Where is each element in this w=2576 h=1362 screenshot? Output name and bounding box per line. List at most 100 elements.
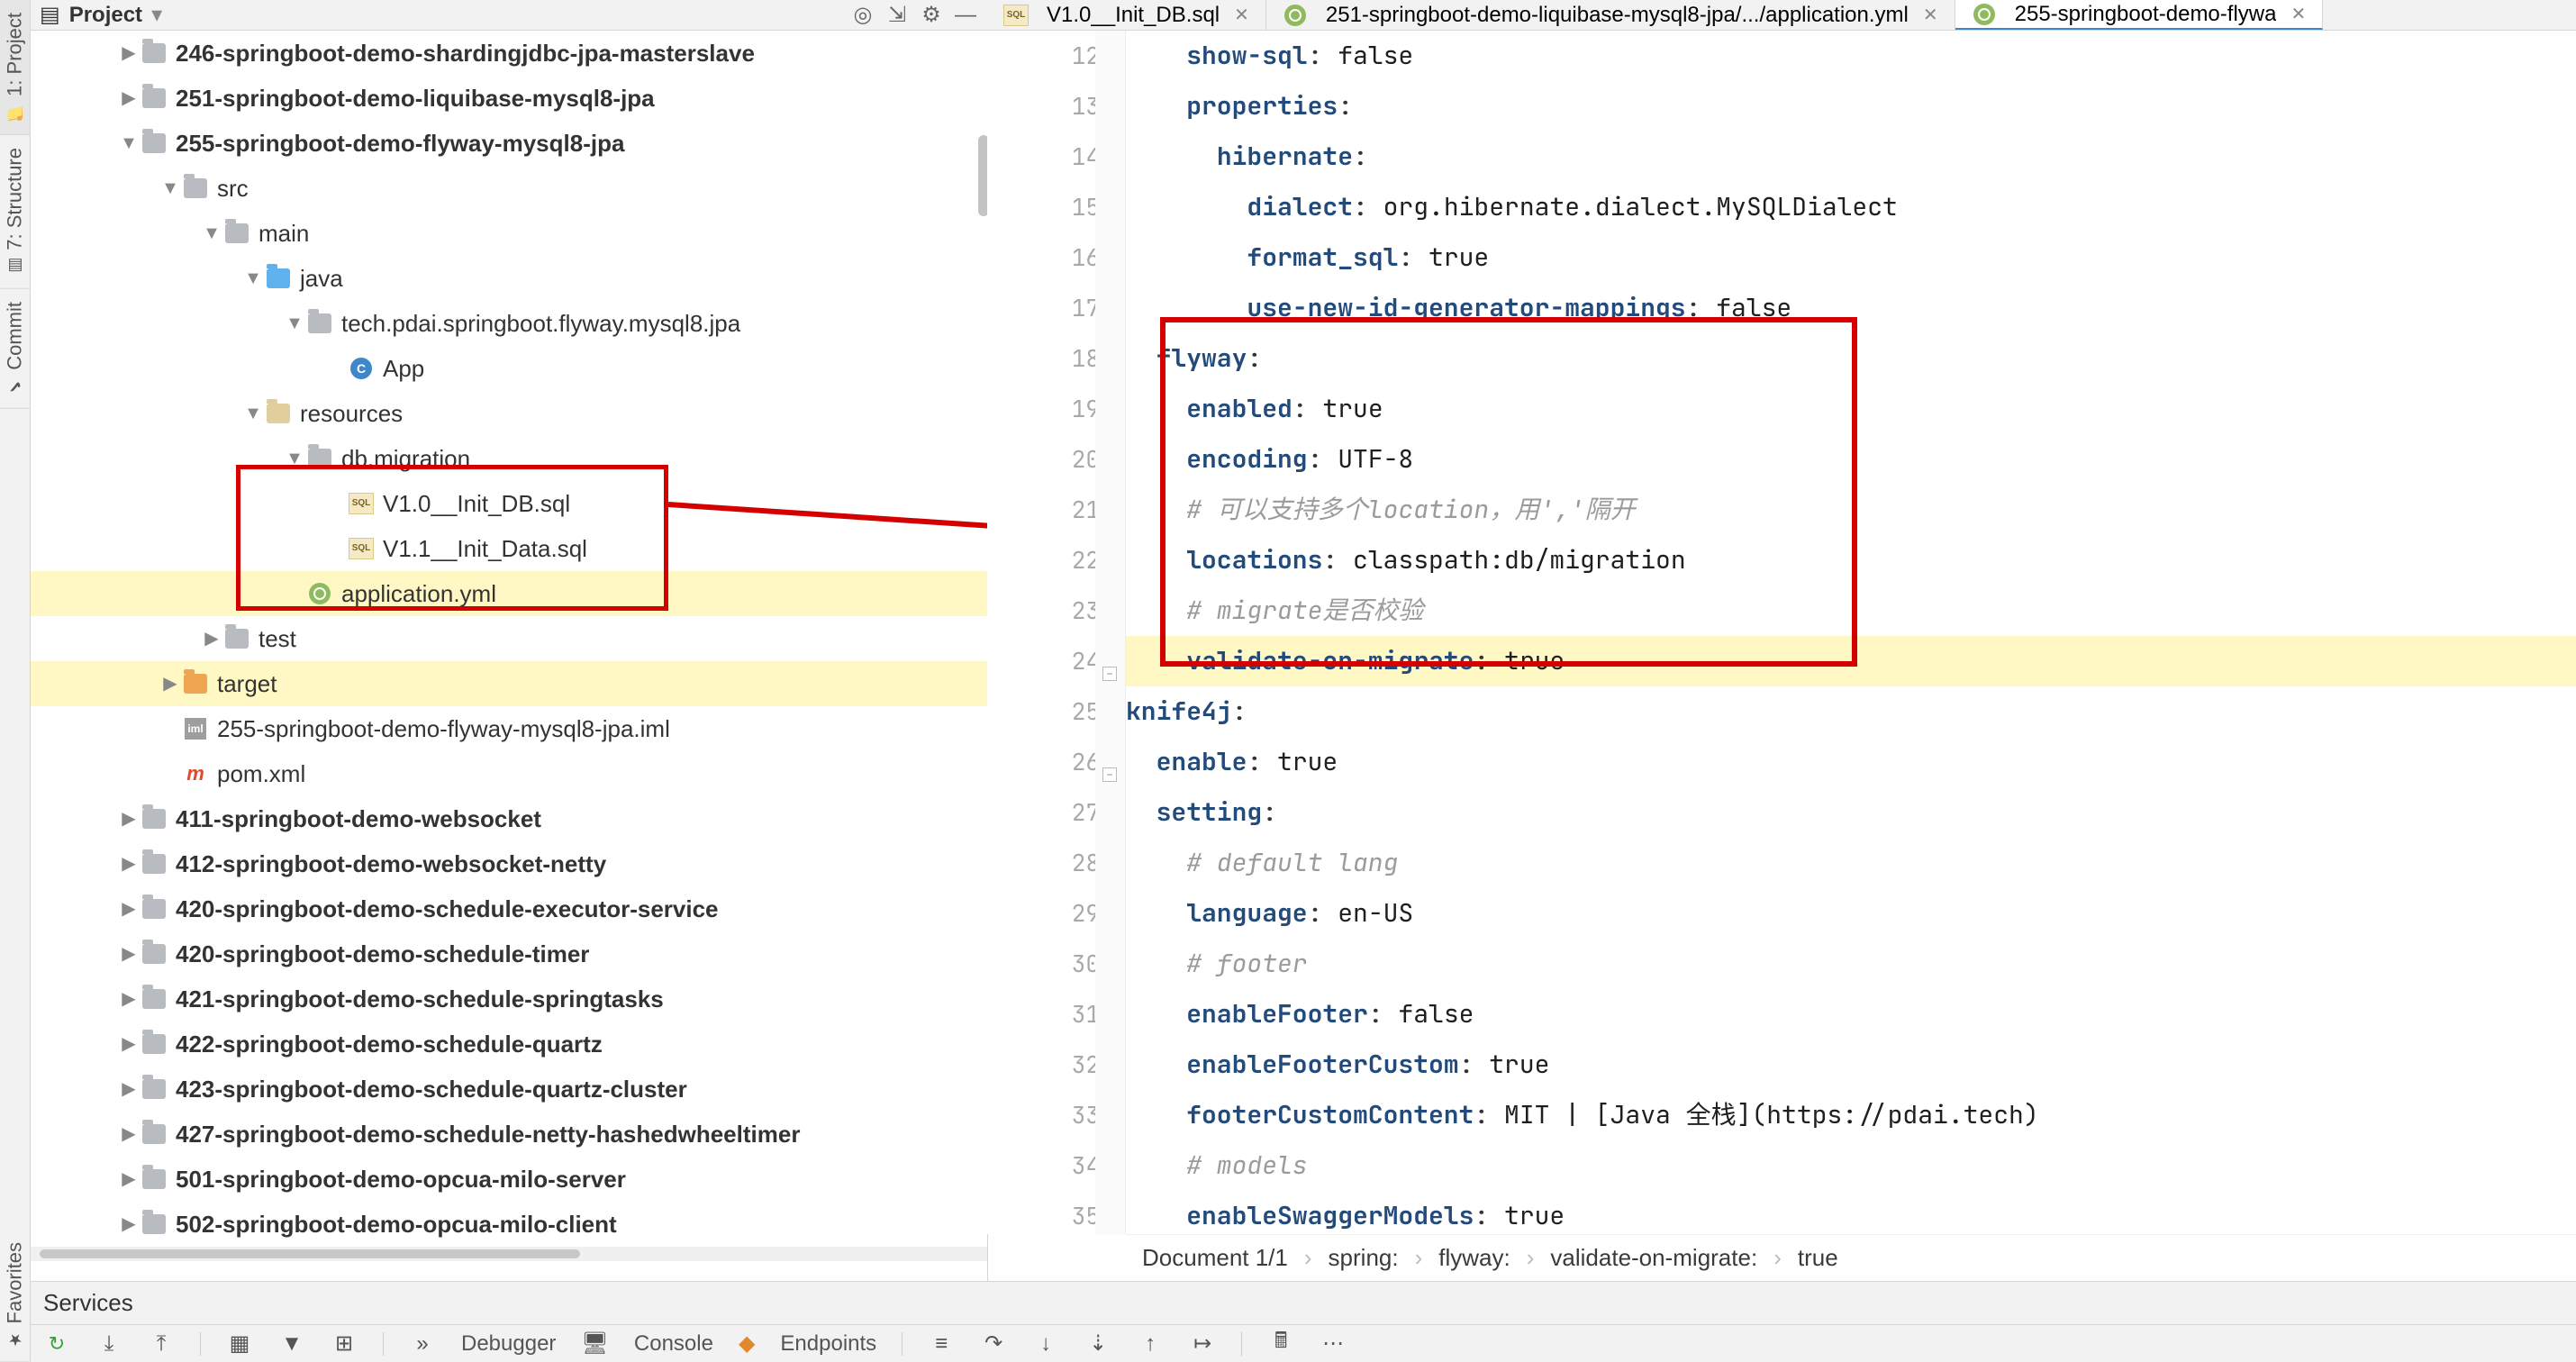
code-line[interactable]: knife4j: xyxy=(1126,686,2576,737)
step-over-icon[interactable]: ↷ xyxy=(980,1330,1007,1357)
scrollbar-thumb[interactable] xyxy=(40,1249,580,1258)
project-tree[interactable]: ▶246-springboot-demo-shardingjdbc-jpa-ma… xyxy=(31,31,987,1247)
tab-console[interactable]: Console xyxy=(634,1331,713,1357)
expand-icon[interactable]: ⇲ xyxy=(884,3,910,28)
expand-arrow-icon[interactable]: ▼ xyxy=(244,256,262,301)
tree-row[interactable]: ▶420-springboot-demo-schedule-timer xyxy=(31,931,987,976)
expand-arrow-icon[interactable]: ▼ xyxy=(286,436,304,481)
code-line[interactable]: # models xyxy=(1126,1140,2576,1191)
tree-row[interactable]: ▶421-springboot-demo-schedule-springtask… xyxy=(31,976,987,1022)
rerun-icon[interactable]: ↻ xyxy=(43,1330,70,1357)
tree-row[interactable]: ▶411-springboot-demo-websocket xyxy=(31,796,987,841)
close-icon[interactable]: ✕ xyxy=(1923,4,1938,26)
expand-arrow-icon[interactable]: ▶ xyxy=(120,31,138,76)
code-line[interactable]: encoding: UTF-8 xyxy=(1126,434,2576,485)
rail-item-favorites[interactable]: ★Favorites xyxy=(0,1230,30,1362)
expand-arrow-icon[interactable]: ▶ xyxy=(203,616,221,661)
run-to-cursor-icon[interactable]: ↦ xyxy=(1189,1330,1216,1357)
chevron-down-icon[interactable]: ▾ xyxy=(151,2,162,28)
gear-icon[interactable]: ⚙ xyxy=(919,3,944,28)
tab-debugger[interactable]: Debugger xyxy=(461,1331,556,1357)
expand-arrow-icon[interactable]: ▶ xyxy=(120,1112,138,1157)
tab-endpoints[interactable]: Endpoints xyxy=(780,1331,876,1357)
expand-arrow-icon[interactable]: ▶ xyxy=(120,1067,138,1112)
code-line[interactable]: properties: xyxy=(1126,81,2576,132)
trace-icon[interactable]: ⋯ xyxy=(1320,1330,1347,1357)
expand-arrow-icon[interactable]: ▶ xyxy=(161,661,179,706)
expand-arrow-icon[interactable]: ▶ xyxy=(120,976,138,1022)
expand-arrow-icon[interactable]: ▶ xyxy=(120,841,138,886)
rail-item-project[interactable]: 📁1: Project xyxy=(0,0,30,135)
editor-tab[interactable]: SQLV1.0__Init_DB.sql✕ xyxy=(987,0,1266,30)
code-line[interactable]: show-sql: false xyxy=(1126,31,2576,81)
code-line[interactable]: hibernate: xyxy=(1126,132,2576,182)
tree-row[interactable]: ▶251-springboot-demo-liquibase-mysql8-jp… xyxy=(31,76,987,121)
editor-code-area[interactable]: show-sql: false properties: hibernate: d… xyxy=(1126,31,2576,1234)
target-icon[interactable]: ◎ xyxy=(850,3,875,28)
expand-arrow-icon[interactable]: ▶ xyxy=(120,1157,138,1202)
rail-item-commit[interactable]: ✔Commit xyxy=(0,289,30,409)
tree-row[interactable]: ▼tech.pdai.springboot.flyway.mysql8.jpa xyxy=(31,301,987,346)
code-line[interactable]: enable: true xyxy=(1126,737,2576,787)
breadcrumb-item[interactable]: validate-on-migrate: xyxy=(1550,1244,1757,1272)
tree-row[interactable]: SQLV1.0__Init_DB.sql xyxy=(31,481,987,526)
step-out-icon[interactable]: ↑ xyxy=(1137,1330,1164,1357)
tree-row[interactable]: ▼src xyxy=(31,166,987,211)
expand-arrow-icon[interactable]: ▼ xyxy=(203,211,221,256)
expand-arrow-icon[interactable]: ▶ xyxy=(120,886,138,931)
fold-marker[interactable]: − xyxy=(1102,767,1117,782)
code-line[interactable]: format_sql: true xyxy=(1126,232,2576,283)
rail-item-structure[interactable]: ▤7: Structure xyxy=(0,135,30,289)
code-line[interactable]: footerCustomContent: MIT | [Java 全栈](htt… xyxy=(1126,1090,2576,1140)
editor-tab[interactable]: 251-springboot-demo-liquibase-mysql8-jpa… xyxy=(1266,0,1955,30)
threads-icon[interactable]: ≡ xyxy=(928,1330,955,1357)
code-line[interactable]: # default lang xyxy=(1126,838,2576,888)
code-line[interactable]: # migrate是否校验 xyxy=(1126,586,2576,636)
tree-row[interactable]: mpom.xml xyxy=(31,751,987,796)
tree-row[interactable]: ▶target xyxy=(31,661,987,706)
expand-arrow-icon[interactable]: ▼ xyxy=(120,121,138,166)
code-line[interactable]: # footer xyxy=(1126,939,2576,989)
filter-up-icon[interactable]: ⤒ xyxy=(148,1330,175,1357)
add-icon[interactable]: ⊞ xyxy=(331,1330,358,1357)
tree-row[interactable]: ▼java xyxy=(31,256,987,301)
filter-icon[interactable]: ▼ xyxy=(278,1330,305,1357)
code-line[interactable]: use-new-id-generator-mappings: false xyxy=(1126,283,2576,333)
tree-row[interactable]: ▶246-springboot-demo-shardingjdbc-jpa-ma… xyxy=(31,31,987,76)
fold-marker[interactable]: − xyxy=(1102,667,1117,681)
tree-row[interactable]: ▶422-springboot-demo-schedule-quartz xyxy=(31,1022,987,1067)
code-line[interactable]: enableFooterCustom: true xyxy=(1126,1040,2576,1090)
evaluate-icon[interactable]: 🖩 xyxy=(1267,1330,1294,1357)
tree-row[interactable]: ▼main xyxy=(31,211,987,256)
tree-row[interactable]: ▶test xyxy=(31,616,987,661)
tree-row[interactable]: ▶502-springboot-demo-opcua-milo-client xyxy=(31,1202,987,1247)
tree-row[interactable]: SQLV1.1__Init_Data.sql xyxy=(31,526,987,571)
code-line[interactable]: language: en-US xyxy=(1126,888,2576,939)
services-toolwindow-header[interactable]: Services xyxy=(31,1281,2576,1324)
tree-row[interactable]: ▶420-springboot-demo-schedule-executor-s… xyxy=(31,886,987,931)
tree-row[interactable]: ▶412-springboot-demo-websocket-netty xyxy=(31,841,987,886)
expand-arrow-icon[interactable]: ▶ xyxy=(120,1202,138,1247)
breadcrumb-item[interactable]: spring: xyxy=(1329,1244,1399,1272)
code-line[interactable]: # 可以支持多个location，用','隔开 xyxy=(1126,485,2576,535)
tree-row[interactable]: ▶501-springboot-demo-opcua-milo-server xyxy=(31,1157,987,1202)
breadcrumb-item[interactable]: true xyxy=(1798,1244,1838,1272)
grid-icon[interactable]: ▦ xyxy=(226,1330,253,1357)
expand-arrow-icon[interactable]: ▶ xyxy=(120,796,138,841)
expand-arrow-icon[interactable]: ▶ xyxy=(120,1022,138,1067)
code-line[interactable]: locations: classpath:db/migration xyxy=(1126,535,2576,586)
more-icon[interactable]: » xyxy=(409,1330,436,1357)
tree-row[interactable]: ▶423-springboot-demo-schedule-quartz-clu… xyxy=(31,1067,987,1112)
code-line[interactable]: dialect: org.hibernate.dialect.MySQLDial… xyxy=(1126,182,2576,232)
breadcrumb-item[interactable]: Document 1/1 xyxy=(1142,1244,1288,1272)
expand-arrow-icon[interactable]: ▼ xyxy=(161,166,179,211)
hide-icon[interactable]: — xyxy=(953,3,978,28)
tree-row[interactable]: ▶427-springboot-demo-schedule-netty-hash… xyxy=(31,1112,987,1157)
tree-row[interactable]: ▼resources xyxy=(31,391,987,436)
code-line[interactable]: enableFooter: false xyxy=(1126,989,2576,1040)
code-line[interactable]: flyway: xyxy=(1126,333,2576,384)
close-icon[interactable]: ✕ xyxy=(2290,3,2306,25)
close-icon[interactable]: ✕ xyxy=(1234,4,1249,26)
code-line[interactable]: enabled: true xyxy=(1126,384,2576,434)
tree-horizontal-scrollbar[interactable] xyxy=(31,1247,987,1261)
